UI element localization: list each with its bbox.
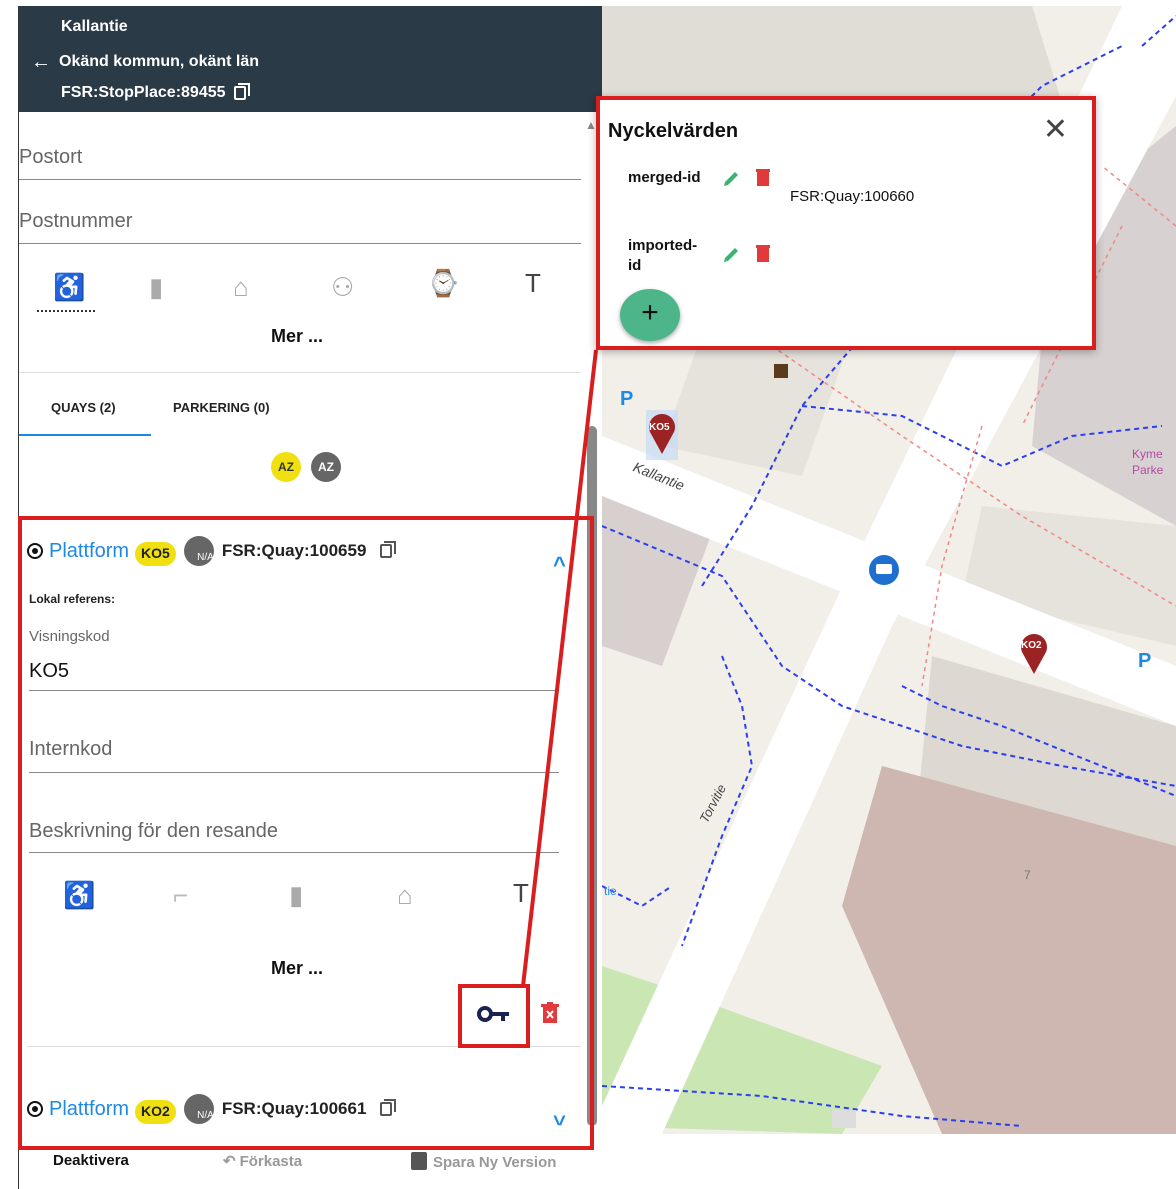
na-badge: N/A — [183, 536, 214, 566]
tab-quays[interactable]: QUAYS (2) — [51, 400, 116, 415]
action-bar: Deaktivera ↶ Förkasta Spara Ny Version — [19, 1140, 602, 1189]
key-name: merged-id — [628, 169, 701, 186]
poi-label: Kyme Parke — [1132, 447, 1164, 477]
scrollbar-thumb[interactable] — [587, 426, 597, 1126]
quay-id: FSR:Quay:100659 — [221, 541, 367, 560]
key-name-line: id — [628, 257, 642, 274]
tab-parking[interactable]: PARKERING (0) — [173, 400, 270, 415]
add-key-button[interactable]: + — [620, 289, 680, 341]
key-values-dialog: Nyckelvärden ✕ merged-id FSR:Quay:100660… — [596, 96, 1096, 350]
shelter-icon[interactable]: ⌂ — [397, 880, 413, 911]
sort-az-button[interactable]: AZ — [271, 452, 301, 482]
local-ref-label: Lokal referens: — [29, 592, 116, 606]
na-badge: N/A — [183, 1094, 214, 1124]
display-code-underline — [29, 690, 559, 691]
target-icon — [27, 1101, 43, 1117]
quay-header-2[interactable]: Plattform KO2 N/A FSR:Quay:100661 — [27, 1094, 397, 1124]
chevron-down-icon[interactable]: ^ — [553, 1104, 566, 1130]
location-text: Okänd kommun, okänt län — [59, 53, 260, 70]
quay-type: Plattform — [49, 539, 130, 562]
ticket-machine-icon[interactable]: ▮ — [289, 880, 303, 911]
display-code-input[interactable]: KO5 — [29, 660, 69, 683]
stairs-icon[interactable]: ⌐ — [173, 880, 188, 911]
toilet-icon[interactable]: ⚇ — [331, 272, 354, 303]
wheelchair-icon[interactable]: ♿ — [63, 880, 95, 911]
stop-place-panel: Kallantie ← Okänd kommun, okänt län FSR:S… — [18, 6, 602, 1189]
discard-button[interactable]: ↶ Förkasta — [223, 1152, 302, 1170]
save-label: Spara Ny Version — [433, 1154, 557, 1171]
target-icon — [27, 543, 43, 559]
ticket-machine-icon[interactable]: ▮ — [149, 272, 163, 303]
parking-label: P — [1138, 650, 1152, 672]
waiting-room-icon[interactable]: ⌚ — [427, 268, 459, 299]
sign-icon[interactable]: T — [525, 268, 541, 299]
tab-indicator — [19, 434, 151, 436]
delete-icon[interactable] — [541, 1002, 559, 1029]
key-name-line: imported- — [628, 237, 698, 254]
pencil-icon[interactable] — [722, 170, 740, 188]
key-icon[interactable] — [477, 1004, 511, 1024]
stop-name: Kallantie — [61, 18, 128, 35]
partial-label: tie — [604, 884, 617, 898]
building-number: 7 — [1024, 868, 1031, 882]
pencil-icon[interactable] — [722, 246, 740, 264]
dialog-title: Nyckelvärden — [608, 120, 739, 142]
chevron-up-icon[interactable]: ^ — [553, 552, 566, 578]
more-link[interactable]: Mer ... — [271, 958, 323, 979]
postort-field[interactable]: Postort — [19, 122, 581, 180]
internal-code-input[interactable]: Internkod — [29, 738, 112, 761]
discard-label: Förkasta — [239, 1153, 303, 1170]
wheelchair-underline — [37, 310, 95, 312]
stop-place-header: Kallantie ← Okänd kommun, okänt län FSR:S… — [19, 6, 602, 112]
divider — [27, 1046, 581, 1047]
trash-icon[interactable] — [756, 168, 770, 186]
wheelchair-icon[interactable]: ♿ — [53, 272, 85, 303]
quay-code-badge: KO5 — [135, 542, 176, 566]
map-marker-ko2[interactable]: KO2 — [1021, 640, 1042, 651]
sort-az-alt-button[interactable]: AZ — [311, 452, 341, 482]
stop-place-id-row: FSR:StopPlace:89455 — [61, 82, 250, 102]
copy-icon[interactable] — [380, 1099, 397, 1116]
quay-header-1[interactable]: Plattform KO5 N/A FSR:Quay:100659 — [27, 536, 397, 566]
quay-code-badge: KO2 — [135, 1100, 176, 1124]
key-name: imported-id — [628, 236, 697, 276]
description-input[interactable]: Beskrivning för den resande — [29, 820, 278, 843]
undo-icon: ↶ — [223, 1153, 236, 1170]
more-link[interactable]: Mer ... — [271, 326, 323, 347]
close-icon[interactable]: ✕ — [1043, 112, 1068, 147]
sign-icon[interactable]: T — [513, 878, 529, 909]
shelter-icon[interactable]: ⌂ — [233, 272, 249, 303]
postort-placeholder: Postort — [19, 146, 83, 168]
divider — [19, 372, 581, 373]
stop-place-id: FSR:StopPlace:89455 — [61, 84, 226, 101]
save-icon — [411, 1152, 427, 1170]
map-marker-ko5[interactable]: KO5 — [649, 422, 670, 433]
quay-id: FSR:Quay:100661 — [221, 1099, 367, 1118]
key-value: FSR:Quay:100660 — [790, 188, 915, 205]
postnummer-placeholder: Postnummer — [19, 210, 133, 232]
copy-icon[interactable] — [233, 82, 250, 100]
trash-icon[interactable] — [756, 244, 770, 262]
description-underline — [29, 852, 559, 853]
quay-type: Plattform — [49, 1097, 130, 1120]
deactivate-button[interactable]: Deaktivera — [53, 1152, 129, 1169]
internal-code-underline — [29, 772, 559, 773]
back-arrow-icon[interactable]: ← — [31, 51, 51, 73]
parking-label: P — [620, 388, 634, 410]
save-button[interactable]: Spara Ny Version — [411, 1152, 556, 1171]
postnummer-field[interactable]: Postnummer — [19, 186, 581, 244]
copy-icon[interactable] — [380, 541, 397, 558]
back-row: ← Okänd kommun, okänt län — [31, 51, 259, 74]
display-code-label: Visningskod — [29, 628, 110, 645]
